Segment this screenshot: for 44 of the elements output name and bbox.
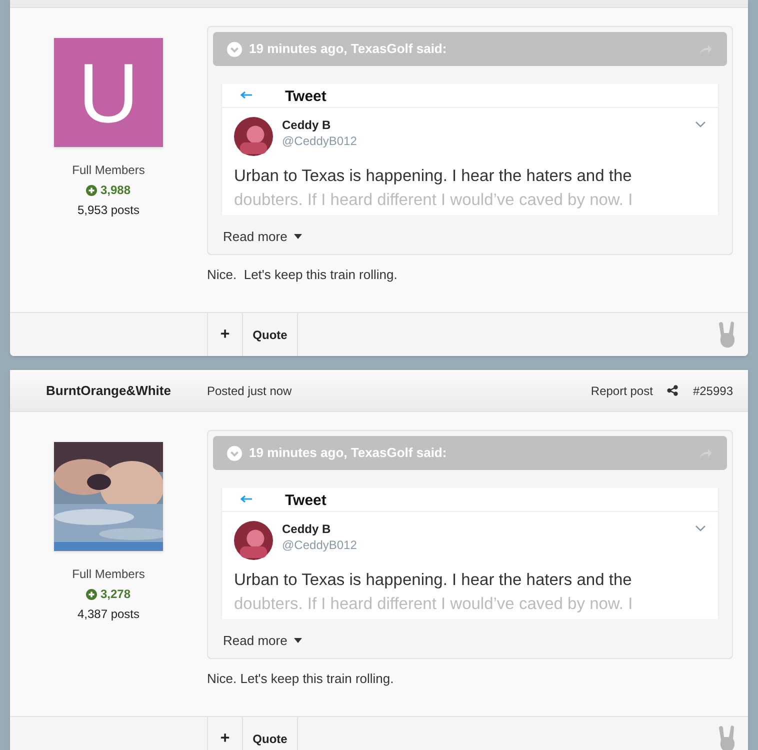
post-count: 4,387 posts [77,606,140,623]
chevron-down-icon [695,525,706,532]
reputation-count: 3,278 [100,586,131,603]
read-more-link[interactable]: Read more [223,227,288,246]
back-arrow-icon [240,495,253,503]
plus-circle-icon [86,588,98,600]
post-text: Nice. Let's keep this train rolling. [207,266,398,284]
avatar[interactable]: U [54,38,163,147]
author-name[interactable]: BurntOrange&White [10,380,207,400]
reputation-count: 3,988 [100,182,131,199]
add-button[interactable]: + [207,313,242,356]
report-link[interactable]: Report post [590,382,653,400]
tweet-author: Ceddy B [282,521,332,537]
post-number[interactable]: #25993 [692,382,733,400]
chevron-down-icon [695,121,706,128]
member-group: Full Members [72,161,145,179]
tweet-handle: @CeddyB012 [282,537,357,553]
tweet-handle: @CeddyB012 [282,133,357,149]
post-count: 5,953 posts [77,202,140,219]
plus-circle-icon [86,184,98,196]
quote-button[interactable]: Quote [242,313,298,356]
tweet-title: Tweet [285,492,326,511]
quote-citation: 19 minutes ago, TexasGolf said: [249,444,447,462]
caret-icon[interactable] [294,234,302,240]
tweet-text: doubters. If I heard different I would’ve caved by now. I [234,190,634,211]
member-group: Full Members [72,565,145,583]
post-date: Posted just now [207,382,292,400]
post-text: Nice. Let's keep this train rolling. [207,670,395,688]
read-more-link[interactable]: Read more [223,631,288,650]
add-button[interactable]: + [207,717,242,750]
chevron-circle-icon[interactable] [227,446,242,460]
quote-citation: 19 minutes ago, TexasGolf said: [249,40,447,58]
tweet-text: Urban to Texas is happening. I hear the haters and the [234,166,633,187]
share-icon[interactable] [666,385,678,396]
tweet-text: doubters. If I heard different I would’ve caved by now. I [234,594,634,615]
tweet-title: Tweet [285,88,326,107]
chevron-circle-icon[interactable] [227,42,242,56]
caret-icon[interactable] [294,638,302,644]
avatar-icon [234,521,273,560]
back-arrow-icon [240,91,253,99]
tweet-text: Urban to Texas is happening. I hear the haters and the [234,570,633,591]
avatar-icon [234,117,273,156]
tweet-author: Ceddy B [282,117,332,133]
quote-button[interactable]: Quote [242,717,298,750]
